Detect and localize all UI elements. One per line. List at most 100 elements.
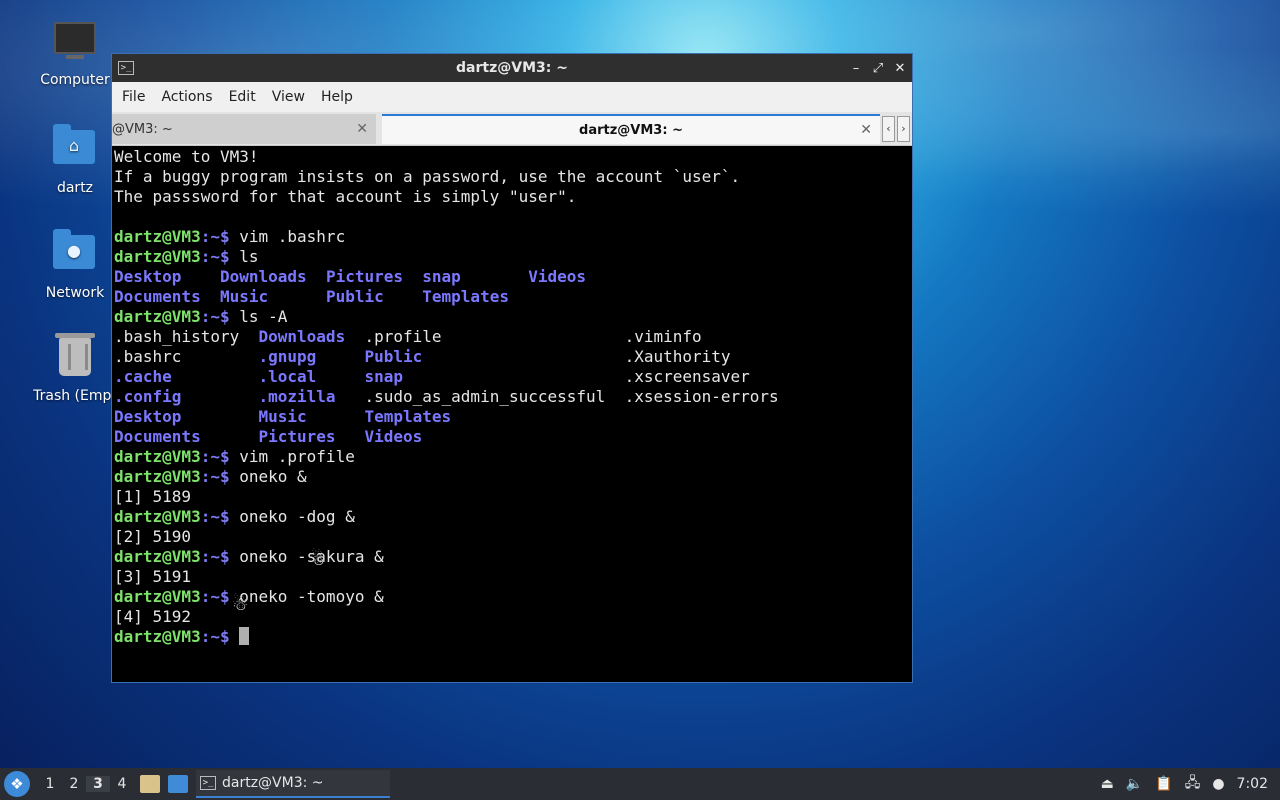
prompt-user: dartz@VM3 bbox=[114, 467, 201, 486]
dir-entry: .local bbox=[258, 367, 365, 386]
command: oneko -tomoyo & bbox=[239, 587, 384, 606]
prompt-user: dartz@VM3 bbox=[114, 307, 201, 326]
tab-bar: @VM3: ~ ✕ dartz@VM3: ~ ✕ ‹ › bbox=[112, 112, 912, 146]
terminal-line: dartz@VM3:~$ vim .bashrc bbox=[114, 227, 910, 247]
terminal-line: Documents Pictures Videos bbox=[114, 427, 910, 447]
tab-close-icon[interactable]: ✕ bbox=[860, 122, 872, 138]
terminal-line: .bashrc .gnupg Public .Xauthority bbox=[114, 347, 910, 367]
dir-entry: Desktop bbox=[114, 267, 220, 286]
dir-entry: Pictures bbox=[325, 267, 423, 286]
file-entry: .profile bbox=[364, 327, 625, 346]
tab-label: @VM3: ~ bbox=[112, 121, 173, 137]
terminal-line: dartz@VM3:~$ vim .profile bbox=[114, 447, 910, 467]
dir-entry: Music bbox=[258, 407, 365, 426]
dir-entry: Downloads bbox=[219, 267, 326, 286]
prompt-suffix: :~$ bbox=[200, 307, 240, 326]
file-entry: .Xauthority bbox=[624, 347, 731, 366]
window-titlebar[interactable]: >_ dartz@VM3: ~ – ⤢ ✕ bbox=[112, 54, 912, 82]
system-tray: ⏏ 🔈 📋 🖧 ● 7:02 bbox=[1101, 768, 1268, 800]
tab-active[interactable]: dartz@VM3: ~ ✕ bbox=[382, 114, 880, 144]
menu-actions[interactable]: Actions bbox=[153, 89, 220, 105]
clipboard-icon[interactable]: 📋 bbox=[1155, 776, 1172, 792]
menu-edit[interactable]: Edit bbox=[221, 89, 264, 105]
terminal-line: [3] 5191 bbox=[114, 567, 192, 586]
notification-icon[interactable]: ● bbox=[1212, 776, 1224, 792]
dir-entry: .cache bbox=[114, 367, 259, 386]
tab-inactive[interactable]: @VM3: ~ ✕ bbox=[112, 114, 376, 144]
command: vim .bashrc bbox=[239, 227, 346, 246]
workspace-switcher: 1 2 3 4 bbox=[38, 776, 134, 792]
terminal-line: Documents Music Public Templates bbox=[114, 287, 910, 307]
terminal-app-icon: >_ bbox=[200, 776, 216, 790]
terminal-line: [1] 5189 bbox=[114, 487, 192, 506]
workspace-1[interactable]: 1 bbox=[38, 776, 62, 792]
prompt-user: dartz@VM3 bbox=[114, 507, 201, 526]
dir-entry: snap bbox=[422, 267, 529, 286]
prompt-suffix: :~$ bbox=[200, 547, 240, 566]
terminal-line: dartz@VM3:~$ oneko & bbox=[114, 467, 910, 487]
workspace-3[interactable]: 3 bbox=[86, 776, 110, 792]
trash-icon bbox=[53, 333, 97, 382]
computer-icon bbox=[53, 22, 97, 66]
prompt-suffix: :~$ bbox=[200, 507, 240, 526]
tab-label: dartz@VM3: ~ bbox=[579, 122, 683, 138]
eject-icon[interactable]: ⏏ bbox=[1101, 776, 1114, 792]
clock[interactable]: 7:02 bbox=[1237, 776, 1268, 792]
terminal-line: dartz@VM3:~$ oneko -sakura & bbox=[114, 547, 910, 567]
tab-scroll-right-icon[interactable]: › bbox=[897, 116, 910, 142]
dir-entry: Downloads bbox=[258, 327, 365, 346]
prompt-suffix: :~$ bbox=[200, 467, 240, 486]
terminal-line: .cache .local snap .xscreensaver bbox=[114, 367, 910, 387]
dir-entry: .gnupg bbox=[258, 347, 365, 366]
prompt-user: dartz@VM3 bbox=[114, 447, 201, 466]
terminal-window: >_ dartz@VM3: ~ – ⤢ ✕ File Actions Edit … bbox=[111, 53, 913, 683]
workspace-2[interactable]: 2 bbox=[62, 776, 86, 792]
workspace-4[interactable]: 4 bbox=[110, 776, 134, 792]
tab-scroll-left-icon[interactable]: ‹ bbox=[882, 116, 895, 142]
dir-entry: Pictures bbox=[258, 427, 365, 446]
terminal-line: Desktop Music Templates bbox=[114, 407, 910, 427]
oneko-sakura-icon: ☃ bbox=[310, 549, 327, 570]
command: ls bbox=[239, 247, 259, 266]
show-desktop-icon[interactable] bbox=[168, 775, 188, 793]
menu-view[interactable]: View bbox=[264, 89, 313, 105]
prompt-suffix: :~$ bbox=[200, 247, 240, 266]
dir-entry: Documents bbox=[114, 287, 220, 306]
start-menu-icon[interactable]: ❖ bbox=[4, 771, 30, 797]
taskbar-window-label: dartz@VM3: ~ bbox=[222, 775, 324, 791]
dir-entry: Templates bbox=[422, 287, 509, 306]
tab-close-icon[interactable]: ✕ bbox=[356, 121, 368, 137]
prompt-user: dartz@VM3 bbox=[114, 547, 201, 566]
terminal-line: dartz@VM3:~$ ls -A bbox=[114, 307, 910, 327]
dir-entry: snap bbox=[364, 367, 625, 386]
terminal-line: dartz@VM3:~$ bbox=[114, 627, 910, 647]
dir-entry: Public bbox=[325, 287, 423, 306]
file-manager-icon[interactable] bbox=[140, 775, 160, 793]
menu-file[interactable]: File bbox=[114, 89, 153, 105]
file-entry: .xscreensaver bbox=[624, 367, 750, 386]
text-cursor bbox=[239, 627, 250, 645]
oneko-tomoyo-icon: ☃ bbox=[232, 594, 249, 615]
minimize-icon[interactable]: – bbox=[850, 61, 862, 76]
volume-icon[interactable]: 🔈 bbox=[1126, 776, 1143, 792]
network-icon[interactable]: 🖧 bbox=[1185, 772, 1201, 796]
terminal-line: If a buggy program insists on a password… bbox=[114, 167, 741, 186]
terminal-line: .bash_history Downloads .profile .viminf… bbox=[114, 327, 910, 347]
terminal-line: Welcome to VM3! bbox=[114, 147, 259, 166]
prompt-user: dartz@VM3 bbox=[114, 627, 201, 646]
taskbar: ❖ 1 2 3 4 >_ dartz@VM3: ~ ⏏ 🔈 📋 🖧 ● 7:02 bbox=[0, 768, 1280, 800]
maximize-icon[interactable]: ⤢ bbox=[872, 61, 884, 76]
close-icon[interactable]: ✕ bbox=[894, 61, 906, 76]
dir-entry: Documents bbox=[114, 427, 259, 446]
prompt-suffix: :~$ bbox=[200, 227, 240, 246]
prompt-suffix: :~$ bbox=[200, 447, 240, 466]
command: oneko -dog & bbox=[239, 507, 355, 526]
command: oneko & bbox=[239, 467, 307, 486]
prompt-suffix: :~$ bbox=[200, 627, 240, 646]
terminal-line: .config .mozilla .sudo_as_admin_successf… bbox=[114, 387, 910, 407]
file-entry: .viminfo bbox=[624, 327, 702, 346]
terminal-line: [2] 5190 bbox=[114, 527, 192, 546]
menu-help[interactable]: Help bbox=[313, 89, 361, 105]
file-entry: .bashrc bbox=[114, 347, 259, 366]
taskbar-window-button[interactable]: >_ dartz@VM3: ~ bbox=[196, 770, 390, 798]
